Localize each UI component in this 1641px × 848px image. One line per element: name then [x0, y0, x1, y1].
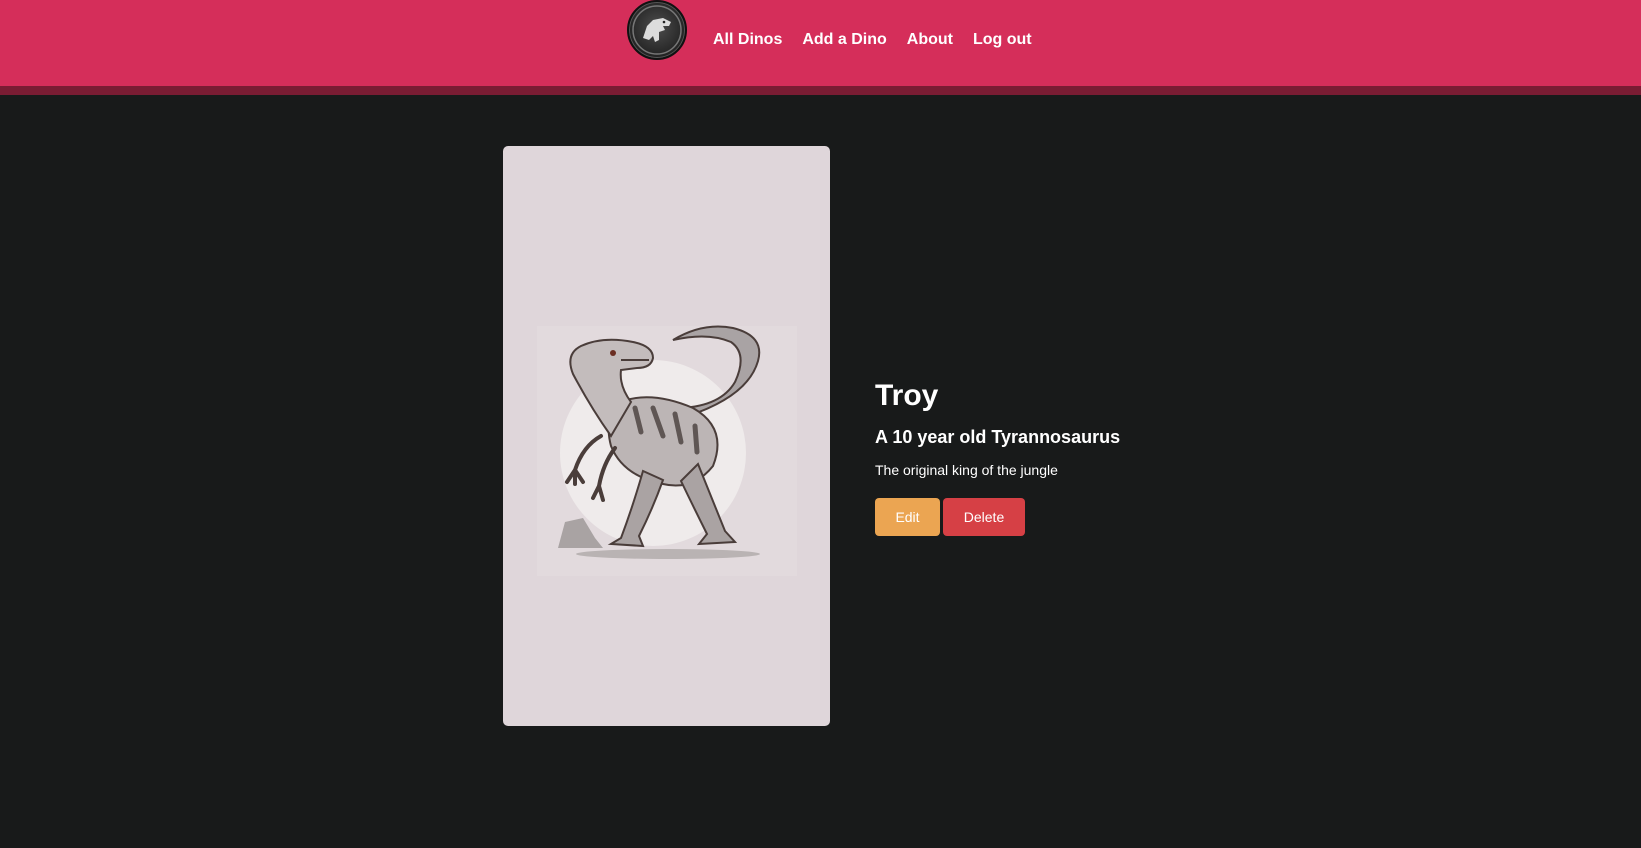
nav-add-dino[interactable]: Add a Dino: [802, 31, 886, 49]
nav-all-dinos[interactable]: All Dinos: [713, 31, 782, 49]
header-border: [0, 86, 1641, 95]
main-nav: All Dinos Add a Dino About Log out: [627, 0, 1052, 80]
dino-description: The original king of the jungle: [875, 462, 1058, 478]
dino-info: Troy A 10 year old Tyrannosaurus The ori…: [875, 376, 1120, 536]
nav-log-out[interactable]: Log out: [973, 31, 1032, 49]
edit-button[interactable]: Edit: [875, 498, 940, 536]
raptor-illustration-icon: [537, 325, 797, 576]
dino-name: Troy: [875, 379, 939, 412]
nav-about[interactable]: About: [907, 31, 953, 49]
jurassic-logo-icon[interactable]: [627, 0, 687, 60]
dino-image: [503, 146, 830, 726]
action-buttons: Edit Delete: [875, 498, 1120, 536]
delete-button[interactable]: Delete: [943, 498, 1025, 536]
dino-subtitle: A 10 year old Tyrannosaurus: [875, 427, 1121, 447]
